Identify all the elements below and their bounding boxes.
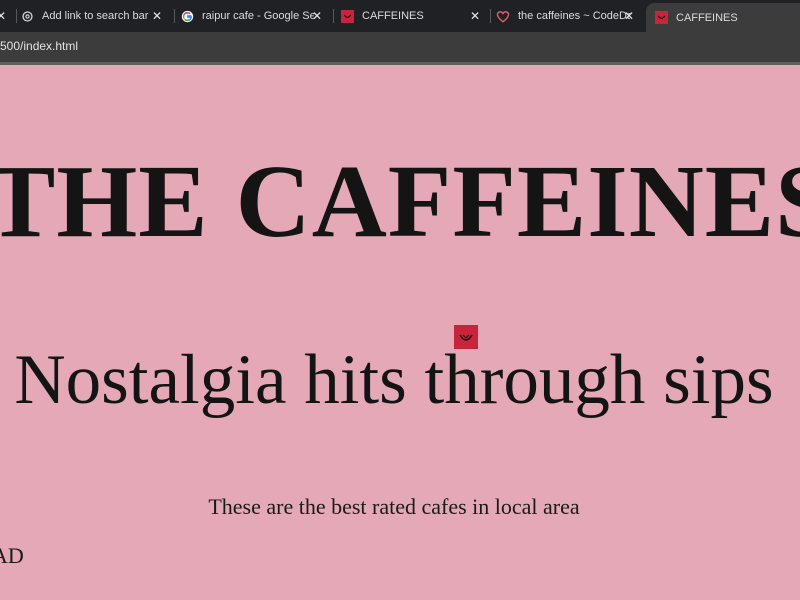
section-heading: AD — [0, 543, 24, 568]
close-icon[interactable]: ✕ — [468, 9, 482, 23]
close-icon[interactable]: ✕ — [622, 9, 636, 23]
caffeines-logo-icon — [654, 11, 668, 25]
tab-title: raipur cafe - Google Search — [202, 10, 314, 22]
tab-title: the caffeines ~ CodeDay Sh — [518, 10, 630, 22]
openai-icon — [20, 9, 34, 23]
close-icon[interactable]: ✕ — [310, 9, 324, 23]
tab-codeday[interactable]: the caffeines ~ CodeDay Sh ✕ — [496, 4, 642, 28]
page-title: THE CAFFEINES — [0, 144, 800, 259]
address-bar: 500/index.html — [0, 32, 800, 62]
tagline: Nostalgia hits through sips — [14, 341, 774, 419]
google-icon — [180, 9, 194, 23]
tab-title: Add link to search bar — [42, 10, 149, 22]
tab-separator — [490, 9, 491, 23]
heart-icon — [496, 9, 510, 23]
tab-bar: ✕ Add link to search bar ✕ raipur cafe -… — [0, 0, 800, 32]
tab-caffeines[interactable]: CAFFEINES ✕ — [340, 4, 488, 28]
tab-separator — [16, 9, 17, 23]
close-icon[interactable]: ✕ — [150, 9, 164, 23]
tab-google-search[interactable]: raipur cafe - Google Search ✕ — [180, 4, 330, 28]
toolbar-divider — [0, 62, 800, 65]
url-field[interactable]: 500/index.html — [0, 39, 78, 53]
tab-caffeines-active[interactable]: CAFFEINES — [646, 3, 800, 32]
subtitle: These are the best rated cafes in local … — [208, 494, 580, 519]
tab-add-link[interactable]: Add link to search bar ✕ — [20, 4, 170, 28]
tab-separator — [174, 9, 175, 23]
tab-title: CAFFEINES — [676, 11, 738, 24]
tab-title: CAFFEINES — [362, 10, 424, 22]
tab-separator — [333, 9, 334, 23]
caffeines-logo-icon — [340, 9, 354, 23]
close-icon[interactable]: ✕ — [0, 9, 8, 23]
tab-partial[interactable]: ✕ — [0, 4, 12, 28]
